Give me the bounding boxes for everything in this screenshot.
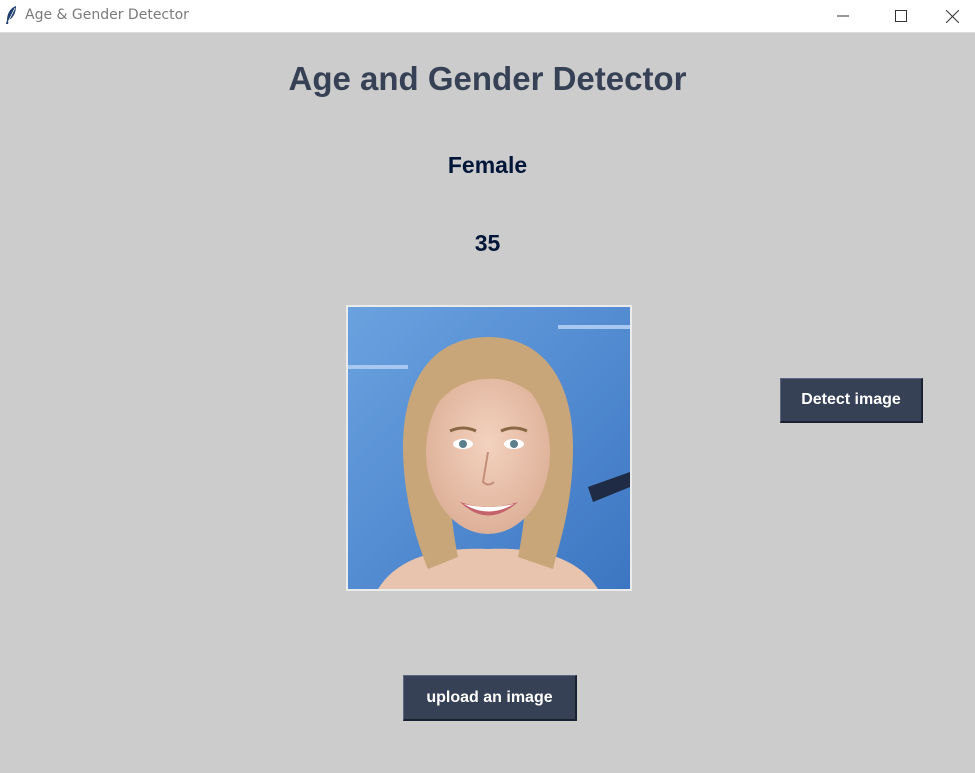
age-result: 35 [474,230,501,256]
close-button[interactable] [930,0,975,32]
window-titlebar: Age & Gender Detector [0,0,975,33]
close-icon [946,9,959,23]
page-title: Age and Gender Detector [288,60,687,97]
detect-image-button[interactable]: Detect image [780,378,923,423]
feather-icon [4,5,18,25]
gender-result: Female [447,152,528,178]
upload-image-button[interactable]: upload an image [403,675,577,721]
uploaded-image [346,305,632,591]
window-title: Age & Gender Detector [25,7,189,23]
minimize-icon [837,10,849,22]
maximize-button[interactable] [872,0,930,32]
minimize-button[interactable] [814,0,872,32]
maximize-icon [895,10,907,22]
